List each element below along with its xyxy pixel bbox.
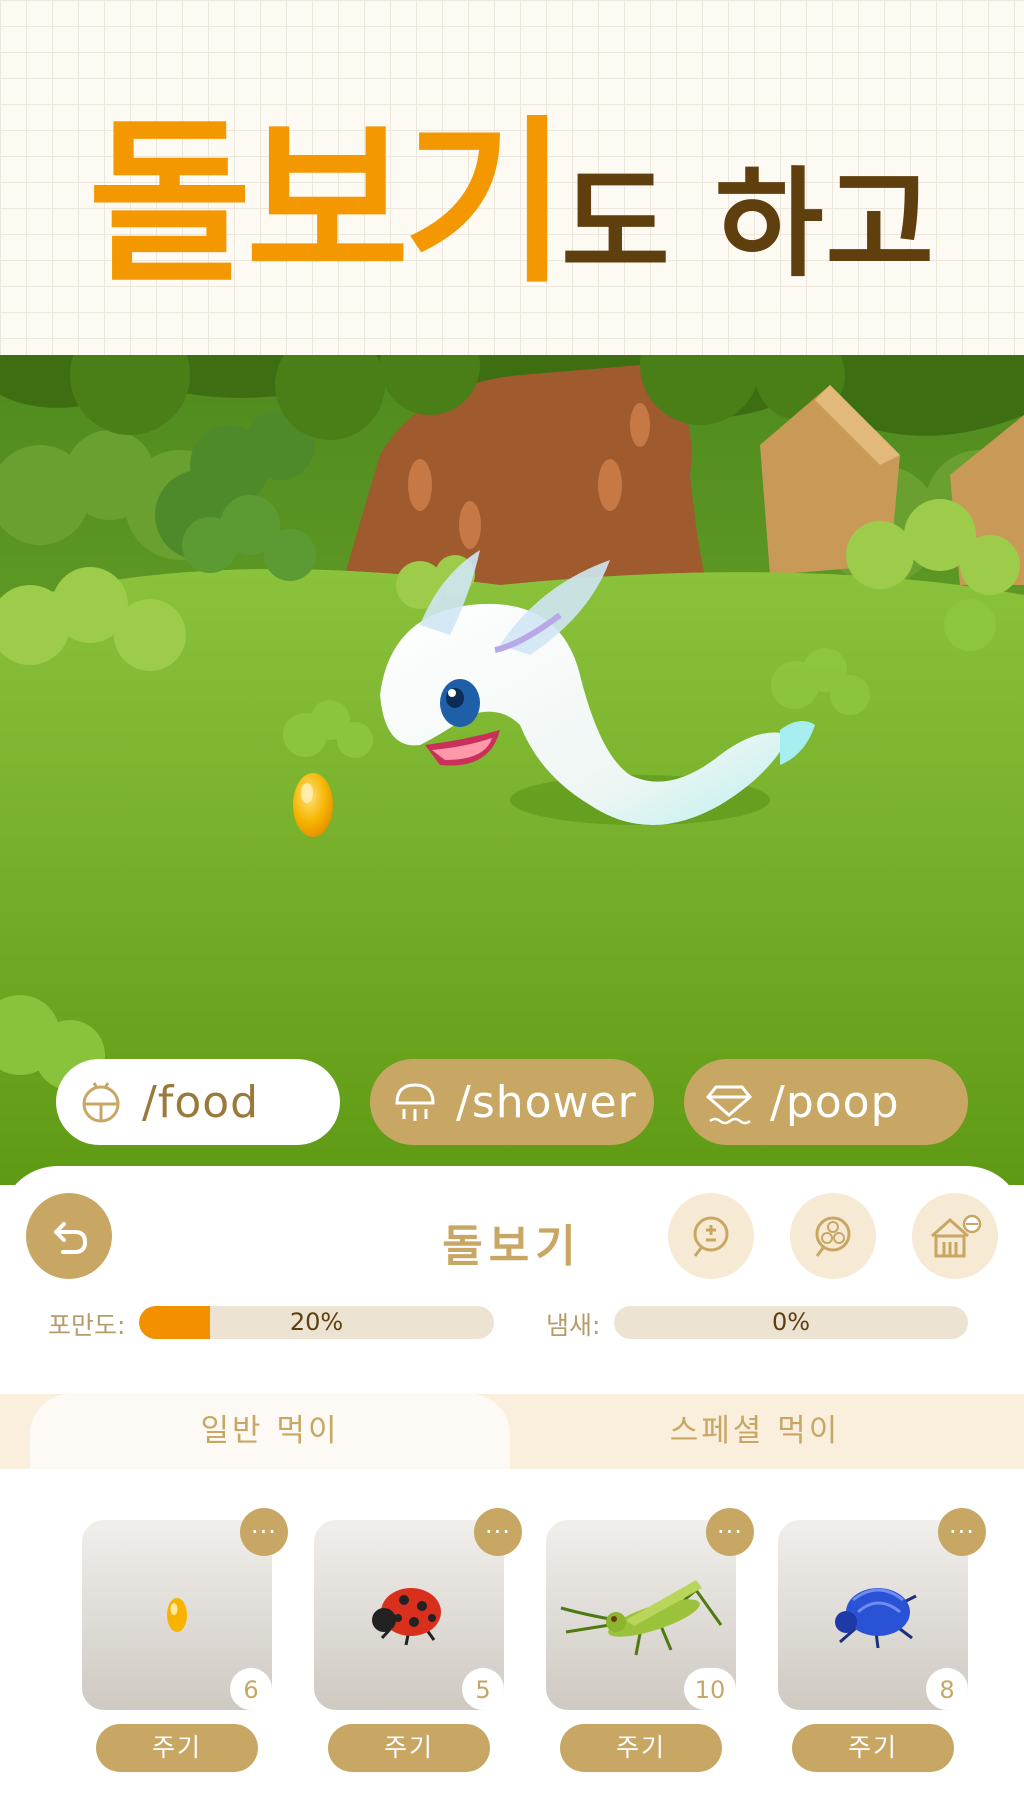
shower-command-button[interactable]: /shower — [370, 1059, 654, 1145]
food-count: 10 — [684, 1668, 736, 1710]
food-command-button[interactable]: /food — [56, 1059, 340, 1145]
headline-highlight: 돌보기 — [87, 100, 567, 307]
food-more-button[interactable]: ··· — [474, 1508, 522, 1556]
shower-icon — [395, 1083, 435, 1121]
tab-special-food[interactable]: 스페셜 먹이 — [515, 1394, 995, 1469]
house-icon — [931, 1214, 982, 1258]
headline-rest: 도 하고 — [561, 155, 937, 293]
food-more-button[interactable]: ··· — [938, 1508, 986, 1556]
poop-command-button[interactable]: /poop — [684, 1059, 968, 1145]
food-more-button[interactable]: ··· — [240, 1508, 288, 1556]
food-card-ladybug[interactable]: 5 — [314, 1520, 504, 1710]
smell-value: 0% — [771, 1308, 811, 1336]
rgb-icon — [815, 1216, 851, 1257]
tab-normal-food[interactable]: 일반 먹이 — [30, 1394, 510, 1469]
back-arrow-icon — [54, 1222, 88, 1254]
give-button[interactable]: 주기 — [96, 1724, 258, 1772]
poop-command-label: /poop — [770, 1076, 900, 1128]
food-command-label: /food — [142, 1076, 260, 1128]
headline: 돌보기도 하고 — [0, 60, 1024, 317]
food-card-grasshopper[interactable]: 10 — [546, 1520, 736, 1710]
house-button[interactable] — [912, 1193, 998, 1279]
gem-icon — [706, 1085, 752, 1125]
panel-title: 돌보기 — [442, 1221, 582, 1272]
food-count: 8 — [926, 1668, 968, 1710]
food-card-pellet[interactable]: 6 — [82, 1520, 272, 1710]
adjust-button[interactable] — [668, 1193, 754, 1279]
food-more-button[interactable]: ··· — [706, 1508, 754, 1556]
plus-minus-search-icon — [693, 1216, 729, 1257]
fullness-label: 포만도: — [48, 1311, 126, 1340]
food-card-blue-beetle[interactable]: 8 — [778, 1520, 968, 1710]
shower-command-label: /shower — [456, 1076, 637, 1128]
fullness-bar: 20% — [139, 1306, 494, 1339]
color-button[interactable] — [790, 1193, 876, 1279]
header-banner: 돌보기도 하고 — [0, 0, 1024, 355]
food-count: 6 — [230, 1668, 272, 1710]
fullness-value: 20% — [289, 1308, 344, 1336]
smell-bar: 0% — [614, 1306, 968, 1339]
give-button[interactable]: 주기 — [328, 1724, 490, 1772]
food-count: 5 — [462, 1668, 504, 1710]
give-button[interactable]: 주기 — [792, 1724, 954, 1772]
back-button[interactable] — [26, 1193, 112, 1279]
bug-icon — [82, 1082, 120, 1123]
food-tabs: 일반 먹이 스페셜 먹이 — [0, 1394, 1024, 1469]
give-button[interactable]: 주기 — [560, 1724, 722, 1772]
smell-label: 냄새: — [546, 1311, 601, 1340]
